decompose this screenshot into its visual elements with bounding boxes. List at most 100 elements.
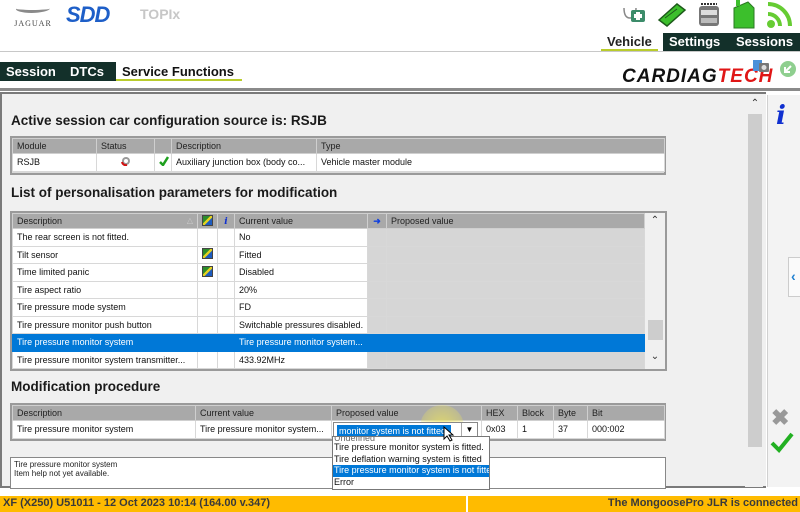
col-check[interactable] (154, 138, 172, 154)
scroll-up-icon[interactable]: ⌃ (645, 215, 665, 226)
tab-settings[interactable]: Settings (663, 33, 730, 51)
green-check-icon (154, 153, 172, 172)
scroll-down-icon[interactable]: ⌄ (645, 351, 665, 362)
param-config-cell (197, 333, 218, 352)
tab-vehicle[interactable]: Vehicle (601, 33, 658, 51)
scrollbar-thumb[interactable] (648, 320, 663, 340)
param-apply-cell (367, 315, 387, 334)
col-status[interactable]: Status (96, 138, 155, 154)
params-scrollbar[interactable]: ⌃ ⌄ (645, 213, 665, 369)
info-icon[interactable]: i (776, 101, 786, 131)
mod-current-cell: Tire pressure monitor system... (195, 420, 332, 439)
col-description[interactable]: Description (171, 138, 317, 154)
module-table-header: Module Status Description Type (12, 138, 665, 154)
dropdown-option[interactable]: Tire pressure monitor system is fitted. (333, 442, 489, 454)
param-row[interactable]: Tire pressure monitor push button Switcha… (12, 315, 645, 334)
param-info-cell (217, 315, 235, 334)
sdd-logo: SDD (66, 2, 110, 27)
param-row[interactable]: Time limited panic Disabled (12, 263, 645, 282)
col-apply[interactable]: ➜ (367, 213, 387, 229)
modification-table-header: Description Current value Proposed value… (12, 405, 665, 421)
module-description-cell: Auxiliary junction box (body co... (171, 153, 317, 172)
jaguar-logo: JAGUAR (8, 4, 58, 28)
param-info-cell (217, 298, 235, 317)
vci-device-icon[interactable] (695, 0, 723, 30)
chevron-left-icon: ‹ (791, 268, 796, 284)
config-icon (202, 214, 213, 226)
col-type[interactable]: Type (316, 138, 665, 154)
param-description-cell: Tilt sensor (12, 245, 198, 264)
dropdown-option[interactable]: Tire pressure monitor system is not fitt… (333, 465, 489, 477)
module-row[interactable]: RSJB Auxiliary junction box (body co... … (12, 153, 665, 172)
cancel-icon[interactable]: ✖ (771, 405, 789, 431)
params-list-title: List of personalisation parameters for m… (11, 185, 338, 200)
content-divider (0, 88, 800, 91)
param-config-cell (197, 245, 218, 264)
param-proposed-cell (386, 333, 645, 352)
stethoscope-medkit-icon[interactable] (620, 0, 648, 30)
params-table-header: Description △ i Current value ➜ Proposed … (12, 213, 645, 229)
col-current-value[interactable]: Current value (234, 213, 368, 229)
mod-description-cell: Tire pressure monitor system (12, 420, 196, 439)
col-module[interactable]: Module (12, 138, 97, 154)
param-apply-cell (367, 333, 387, 352)
tab-service-functions[interactable]: Service Functions (116, 62, 242, 81)
param-config-cell (197, 315, 218, 334)
module-cell: RSJB (12, 153, 97, 172)
collapse-panel-button[interactable]: ‹ (788, 257, 800, 297)
connection-status: The MongoosePro JLR is connected (607, 497, 798, 509)
param-apply-cell (367, 280, 387, 299)
tab-session[interactable]: Session (0, 62, 64, 81)
dropdown-option[interactable]: Tire deflation warning system is fitted (333, 454, 489, 466)
col-hex[interactable]: HEX (481, 405, 518, 421)
scrollbar-thumb[interactable] (748, 114, 762, 447)
session-info: XF (X250) U51011 - 12 Oct 2023 10:14 (16… (3, 497, 271, 509)
param-row[interactable]: The rear screen is not fitted. No (12, 228, 645, 247)
param-apply-cell (367, 245, 387, 264)
col-proposed-value[interactable]: Proposed value (386, 213, 645, 229)
param-info-cell (217, 263, 235, 282)
param-row[interactable]: Tire pressure mode system FD (12, 298, 645, 317)
param-proposed-cell (386, 350, 645, 369)
param-row[interactable]: Tire pressure monitor system Tire pressur… (12, 333, 645, 352)
param-config-cell (197, 350, 218, 369)
wifi-signal-icon[interactable] (764, 0, 792, 30)
camera-icon[interactable] (752, 58, 770, 74)
col-current-value[interactable]: Current value (195, 405, 332, 421)
minimize-icon[interactable] (780, 61, 796, 77)
header-divider (0, 51, 800, 52)
col-bit[interactable]: Bit (587, 405, 665, 421)
col-description[interactable]: Description (12, 405, 196, 421)
dropdown-arrow-icon[interactable]: ▼ (461, 423, 477, 437)
cardiagtech-watermark: CARDIAGTECH (622, 66, 774, 87)
param-row[interactable]: Tire pressure monitor system transmitter… (12, 350, 645, 369)
param-apply-cell (367, 263, 387, 282)
module-status-icon (96, 153, 155, 172)
tab-dtcs[interactable]: DTCs (64, 62, 116, 81)
config-icon (202, 265, 213, 277)
col-block[interactable]: Block (517, 405, 554, 421)
param-current-cell: 433.92MHz (234, 350, 368, 369)
param-current-cell: FD (234, 298, 368, 317)
right-action-panel: i ‹ ✖ (767, 95, 800, 487)
scroll-up-icon[interactable]: ⌃ (748, 97, 762, 111)
arrow-right-icon: ➜ (373, 215, 381, 226)
col-description[interactable]: Description △ (12, 213, 198, 229)
param-current-cell: No (234, 228, 368, 247)
param-current-cell: Disabled (234, 263, 368, 282)
param-row[interactable]: Tire aspect ratio 20% (12, 280, 645, 299)
param-apply-cell (367, 228, 387, 247)
battery-icon[interactable] (730, 0, 758, 30)
col-byte[interactable]: Byte (553, 405, 588, 421)
dropdown-option[interactable]: Error (333, 477, 489, 489)
main-vertical-scrollbar[interactable]: ⌃ (745, 95, 763, 487)
param-description-cell: Tire pressure monitor system (12, 333, 198, 352)
param-proposed-cell (386, 228, 645, 247)
battery-charger-icon[interactable] (657, 0, 687, 30)
col-config[interactable] (197, 213, 218, 229)
tab-sessions[interactable]: Sessions (730, 33, 800, 51)
confirm-check-icon[interactable] (770, 431, 794, 458)
param-row[interactable]: Tilt sensor Fitted (12, 245, 645, 264)
topix-link[interactable]: TOPIx (140, 6, 180, 22)
col-info[interactable]: i (217, 213, 235, 229)
